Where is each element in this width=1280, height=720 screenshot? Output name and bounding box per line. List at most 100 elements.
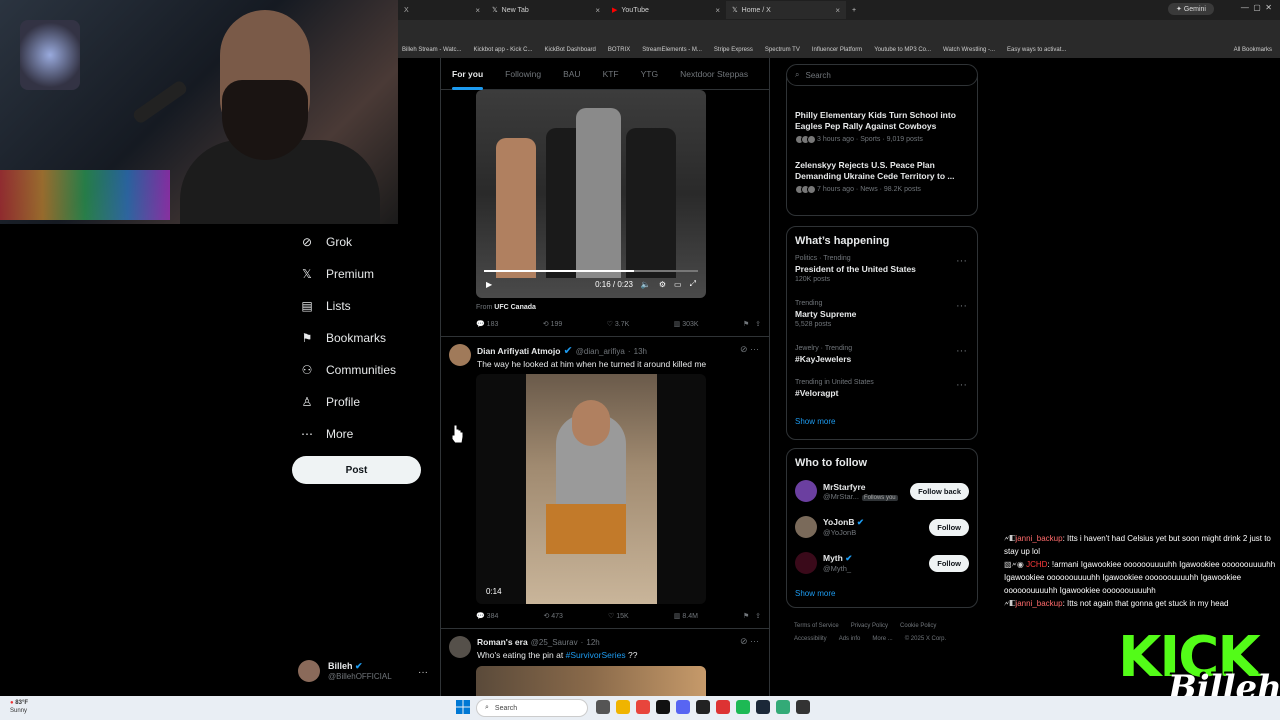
hashtag-link[interactable]: #SurvivorSeries — [566, 650, 626, 660]
sidebar-item-profile[interactable]: ♙ Profile — [292, 386, 396, 418]
bookmark-item[interactable]: Kickbot app - Kick C... — [473, 47, 532, 53]
new-tab-button[interactable]: + — [846, 1, 866, 19]
close-icon[interactable]: × — [595, 6, 600, 15]
avatar[interactable] — [449, 344, 471, 366]
trend-item[interactable]: Jewelry · Trending #KayJewelers ··· — [787, 341, 977, 375]
taskbar-search[interactable]: ⌕ Search — [476, 699, 588, 717]
window-controls[interactable]: — ▢ ✕ — [1241, 3, 1272, 12]
tab-home-x[interactable]: 𝕏 Home / X × — [726, 1, 846, 19]
address-bar[interactable] — [398, 20, 1280, 42]
like-button[interactable]: ♡ 3.7K — [607, 320, 630, 328]
bookmark-item[interactable]: BOTRIX — [608, 47, 630, 53]
x-app-icon[interactable] — [656, 700, 670, 714]
sidebar-item-bookmarks[interactable]: ⚑ Bookmarks — [292, 322, 396, 354]
tab-bau[interactable]: BAU — [552, 58, 591, 90]
bookmark-item[interactable]: Watch Wrestling -... — [943, 47, 995, 53]
video-player[interactable]: ▶ 0:16 / 0:23 🔈 ⚙ ▭ ⤢ — [476, 90, 706, 298]
post-button[interactable]: Post — [292, 456, 421, 484]
tab-nextdoor-steppas[interactable]: Nextdoor Steppas — [669, 58, 759, 90]
bookmark-icon[interactable]: ⚑ ⇪ — [743, 612, 761, 620]
bookmark-icon[interactable]: ⚑ ⇪ — [743, 320, 761, 328]
grok-more-icon[interactable]: ⊘ ··· — [740, 344, 759, 355]
sidebar-item-more[interactable]: ⋯ More — [292, 418, 396, 450]
terminal-icon[interactable] — [696, 700, 710, 714]
show-more-link[interactable]: Show more — [787, 581, 977, 606]
footer-link[interactable]: Privacy Policy — [851, 623, 888, 629]
bookmark-item[interactable]: Billeh Stream - Watc... — [402, 47, 461, 53]
footer-link[interactable]: Terms of Service — [794, 623, 839, 629]
spotify-icon[interactable] — [736, 700, 750, 714]
bookmark-item[interactable]: KickBot Dashboard — [545, 47, 596, 53]
news-item[interactable]: Zelenskyy Rejects U.S. Peace Plan Demand… — [787, 144, 977, 194]
views-button[interactable]: ▥ 8.4M — [674, 612, 698, 620]
bookmark-item[interactable]: Easy ways to activat... — [1007, 47, 1066, 53]
repost-button[interactable]: ⟲ 473 — [543, 612, 563, 620]
source-name[interactable]: UFC Canada — [494, 304, 536, 311]
tweet-image[interactable] — [476, 666, 706, 696]
follow-button[interactable]: Follow — [929, 554, 969, 572]
more-icon[interactable]: ··· — [956, 255, 967, 267]
follow-suggestion[interactable]: MrStarfyre @MrStar... Follows you Follow b… — [787, 473, 977, 509]
footer-link[interactable]: Cookie Policy — [900, 623, 936, 629]
tab-ytg[interactable]: YTG — [630, 58, 669, 90]
tab-new[interactable]: 𝕏 New Tab × — [486, 1, 606, 19]
footer-link[interactable]: Ads info — [839, 636, 861, 642]
views-button[interactable]: ▥ 303K — [674, 320, 699, 328]
follow-suggestion[interactable]: Myth ✔ @Myth_ Follow — [787, 545, 977, 581]
windows-start-icon[interactable] — [456, 700, 470, 714]
tab-ktf[interactable]: KTF — [592, 58, 630, 90]
app-icon[interactable] — [716, 700, 730, 714]
account-switcher[interactable]: Billeh ✔ @BillehOFFICIAL — [298, 660, 392, 682]
discord-icon[interactable] — [676, 700, 690, 714]
author-name[interactable]: Dian Arifiyati Atmojo — [477, 346, 560, 356]
sidebar-item-premium[interactable]: 𝕏 Premium — [292, 258, 396, 290]
sidebar-item-grok[interactable]: ⊘ Grok — [292, 226, 396, 258]
follow-suggestion[interactable]: YoJonB ✔ @YoJonB Follow — [787, 509, 977, 545]
steam-icon[interactable] — [756, 700, 770, 714]
fullscreen-icon[interactable]: ⤢ — [690, 279, 696, 289]
footer-link[interactable]: Accessibility — [794, 636, 827, 642]
app-icon[interactable] — [776, 700, 790, 714]
more-icon[interactable]: ··· — [956, 379, 967, 391]
tab-youtube[interactable]: ▶ YouTube × — [606, 1, 726, 19]
grok-more-icon[interactable]: ⊘ ··· — [740, 636, 759, 647]
trend-item[interactable]: Trending Marty Supreme 5,528 posts ··· — [787, 296, 977, 341]
gemini-button[interactable]: ✦ Gemini — [1168, 3, 1214, 15]
like-button[interactable]: ♡ 15K — [608, 612, 629, 620]
sidebar-item-communities[interactable]: ⚇ Communities — [292, 354, 396, 386]
settings-icon[interactable]: ⚙ — [659, 280, 666, 289]
account-more-icon[interactable]: ··· — [418, 667, 428, 678]
trend-item[interactable]: Trending in United States #Veloragpt ··· — [787, 375, 977, 409]
close-icon[interactable]: × — [835, 6, 840, 15]
avatar[interactable] — [449, 636, 471, 658]
play-icon[interactable]: ▶ — [486, 280, 492, 289]
tab-for-you[interactable]: For you — [441, 58, 494, 90]
video-player[interactable]: 0:14 — [476, 374, 706, 604]
file-explorer-icon[interactable] — [616, 700, 630, 714]
footer-link[interactable]: More ... — [872, 636, 892, 642]
news-item[interactable]: Philly Elementary Kids Turn School into … — [787, 76, 977, 144]
bookmark-item[interactable]: Influencer Platform — [812, 47, 862, 53]
tab-following[interactable]: Following — [494, 58, 552, 90]
repost-button[interactable]: ⟲ 199 — [543, 320, 563, 328]
show-more-link[interactable]: Show more — [787, 409, 977, 434]
pip-icon[interactable]: ▭ — [674, 280, 682, 289]
app-icon[interactable] — [796, 700, 810, 714]
reply-button[interactable]: 💬 183 — [476, 320, 498, 328]
chrome-icon[interactable] — [636, 700, 650, 714]
bookmark-item[interactable]: Spectrum TV — [765, 47, 800, 53]
volume-icon[interactable]: 🔈 — [641, 280, 651, 289]
more-icon[interactable]: ··· — [956, 345, 967, 357]
bookmark-item[interactable]: StreamElements - M... — [642, 47, 702, 53]
more-icon[interactable]: ··· — [956, 300, 967, 312]
task-view-icon[interactable] — [596, 700, 610, 714]
follow-back-button[interactable]: Follow back — [910, 482, 969, 500]
bookmark-item-all[interactable]: All Bookmarks — [1234, 47, 1280, 53]
tab-partial[interactable]: X × — [398, 1, 486, 19]
close-icon[interactable]: × — [715, 6, 720, 15]
author-name[interactable]: Roman's era — [477, 637, 528, 647]
bookmark-item[interactable]: Stripe Express — [714, 47, 753, 53]
reply-button[interactable]: 💬 384 — [476, 612, 498, 620]
sidebar-item-lists[interactable]: ▤ Lists — [292, 290, 396, 322]
trend-item[interactable]: Politics · Trending President of the Unit… — [787, 251, 977, 296]
